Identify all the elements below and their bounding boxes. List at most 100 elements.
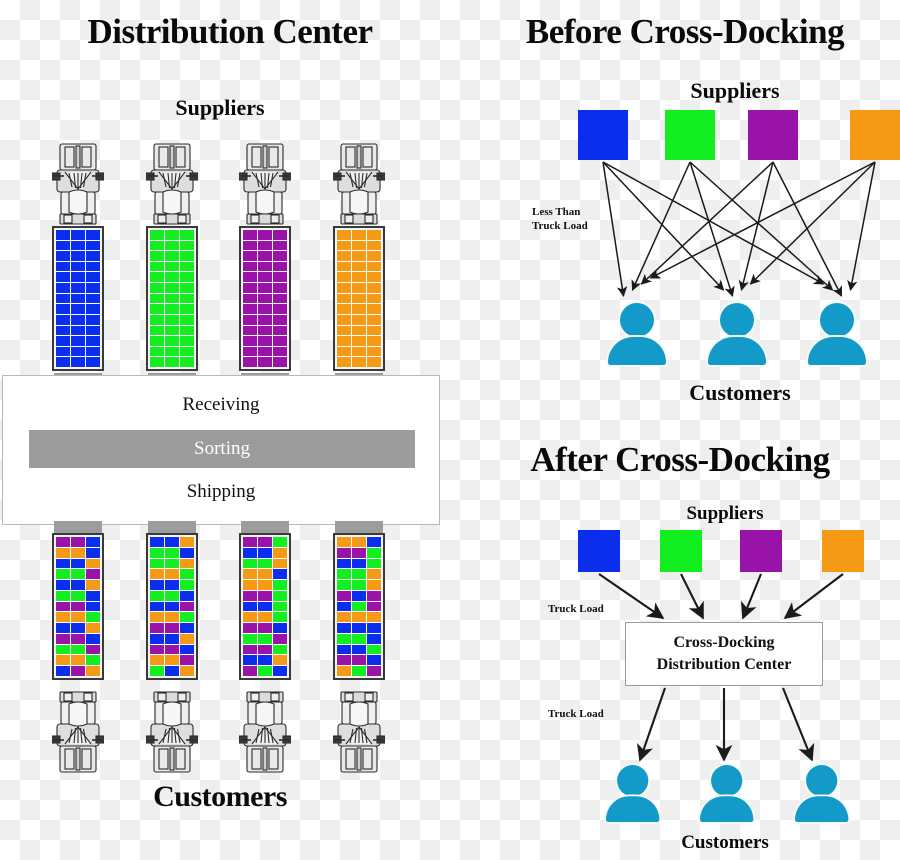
cargo-box bbox=[336, 260, 352, 273]
cargo-box bbox=[336, 271, 352, 284]
cargo-box bbox=[164, 622, 180, 634]
cargo-box bbox=[70, 643, 86, 656]
cargo-box bbox=[336, 632, 352, 645]
cargo-box bbox=[272, 568, 288, 581]
cargo-box bbox=[366, 665, 382, 677]
truck-cab-icon bbox=[333, 690, 385, 774]
cargo-box bbox=[179, 579, 195, 591]
cargo-box bbox=[366, 600, 382, 613]
diagram-canvas: Distribution Center Suppliers Receiving … bbox=[0, 0, 900, 860]
cargo-box bbox=[351, 568, 367, 581]
cargo-box bbox=[366, 611, 382, 624]
cargo-box bbox=[272, 271, 288, 284]
person-body bbox=[606, 796, 660, 823]
supplier-square bbox=[578, 530, 620, 572]
cargo-box bbox=[366, 250, 382, 262]
cargo-box bbox=[85, 292, 101, 305]
cargo-box bbox=[242, 250, 258, 262]
cargo-box bbox=[179, 665, 195, 677]
cargo-box bbox=[336, 568, 352, 581]
cargo-box bbox=[257, 600, 273, 613]
cargo-box bbox=[257, 271, 273, 284]
cargo-box bbox=[85, 250, 101, 262]
cargo-box bbox=[336, 335, 352, 347]
cargo-box bbox=[272, 303, 288, 315]
cargo-box bbox=[272, 611, 288, 624]
cargo-box bbox=[366, 229, 382, 241]
cargo-box bbox=[164, 536, 180, 548]
cargo-box bbox=[70, 282, 86, 294]
cargo-box bbox=[242, 600, 258, 613]
supplier-square bbox=[748, 110, 798, 160]
cargo-box bbox=[85, 589, 101, 602]
cargo-box bbox=[351, 260, 367, 273]
cargo-box bbox=[242, 229, 258, 241]
cargo-box bbox=[336, 600, 352, 613]
cargo-box bbox=[272, 546, 288, 559]
cargo-box bbox=[336, 665, 352, 677]
cargo-box bbox=[85, 643, 101, 656]
cargo-box bbox=[336, 303, 352, 315]
cargo-box bbox=[70, 356, 86, 368]
cargo-box bbox=[85, 611, 101, 624]
cargo-box bbox=[179, 356, 195, 368]
cargo-box bbox=[149, 536, 165, 548]
cargo-box bbox=[85, 654, 101, 667]
person-body bbox=[700, 796, 754, 823]
cargo-box bbox=[336, 622, 352, 634]
cargo-box bbox=[366, 589, 382, 602]
cargo-box bbox=[257, 335, 273, 347]
distribution-center-box: Receiving Sorting Shipping bbox=[2, 375, 440, 525]
cargo-box bbox=[70, 345, 86, 358]
left-suppliers-label: Suppliers bbox=[175, 95, 265, 120]
cargo-box bbox=[70, 313, 86, 326]
loading-dock-pad bbox=[148, 521, 196, 533]
loading-dock-pad bbox=[335, 521, 383, 533]
cargo-box bbox=[55, 282, 71, 294]
cargo-box bbox=[55, 345, 71, 358]
cargo-box bbox=[85, 536, 101, 548]
left-customers-label: Customers bbox=[153, 780, 287, 813]
cargo-box bbox=[55, 335, 71, 347]
flow-arrow bbox=[782, 687, 815, 762]
cargo-box bbox=[272, 229, 288, 241]
cargo-box bbox=[242, 622, 258, 634]
cargo-box bbox=[351, 536, 367, 548]
before-flow-label-line1: Less Than bbox=[532, 206, 581, 218]
cargo-box bbox=[55, 303, 71, 315]
cargo-box bbox=[257, 665, 273, 677]
cargo-box bbox=[272, 643, 288, 656]
cargo-box bbox=[70, 632, 86, 645]
cargo-box bbox=[55, 271, 71, 284]
cargo-box bbox=[242, 239, 258, 252]
cargo-box bbox=[164, 324, 180, 337]
cargo-box bbox=[70, 568, 86, 581]
cargo-box bbox=[179, 557, 195, 570]
before-flow-label-line2: Truck Load bbox=[532, 219, 588, 232]
cargo-box bbox=[85, 324, 101, 337]
cargo-box bbox=[70, 579, 86, 591]
cargo-box bbox=[164, 557, 180, 570]
flow-arrow bbox=[772, 161, 843, 297]
cargo-box bbox=[179, 271, 195, 284]
cargo-box bbox=[164, 313, 180, 326]
cargo-box bbox=[272, 335, 288, 347]
cargo-box bbox=[164, 303, 180, 315]
cargo-box bbox=[55, 292, 71, 305]
cargo-box bbox=[366, 292, 382, 305]
cargo-box bbox=[70, 557, 86, 570]
person-head bbox=[711, 765, 743, 797]
cargo-box bbox=[70, 589, 86, 602]
flow-arrow bbox=[783, 573, 844, 620]
cargo-box bbox=[164, 250, 180, 262]
cargo-box bbox=[149, 303, 165, 315]
cargo-box bbox=[179, 536, 195, 548]
cargo-box bbox=[257, 568, 273, 581]
loading-dock-pad bbox=[241, 521, 289, 533]
cargo-box bbox=[351, 239, 367, 252]
cargo-box bbox=[366, 557, 382, 570]
dc-shipping-label: Shipping bbox=[186, 481, 256, 502]
cargo-box bbox=[257, 579, 273, 591]
cargo-box bbox=[272, 282, 288, 294]
flow-arrow bbox=[631, 161, 691, 291]
